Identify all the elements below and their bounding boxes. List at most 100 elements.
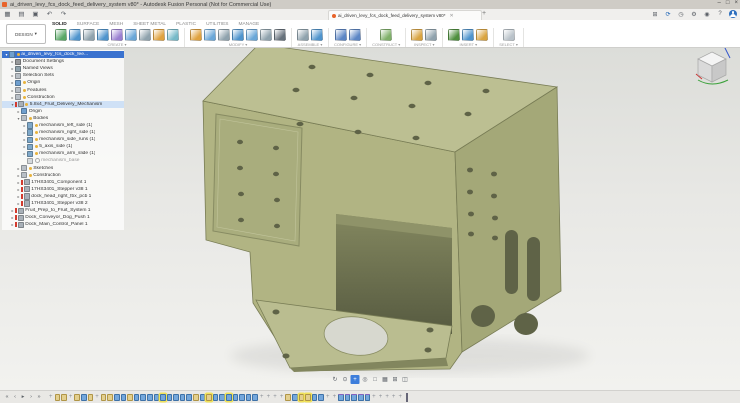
timeline-solid-feature[interactable]: [239, 394, 245, 401]
timeline-joint-feature[interactable]: +: [397, 394, 403, 401]
model-pocket-recess[interactable]: [213, 114, 302, 246]
ribbon-tab-surface[interactable]: SURFACE: [77, 22, 100, 27]
select-tool-icon[interactable]: [503, 29, 515, 41]
timeline-selected-feature[interactable]: [160, 394, 166, 401]
timeline-sketch-feature[interactable]: [101, 394, 107, 401]
browser-row[interactable]: ▸mechanism_left_side (1): [2, 122, 124, 129]
maximize-button[interactable]: □: [726, 0, 730, 6]
timeline-joint-feature[interactable]: +: [48, 394, 54, 401]
go-to-start-icon[interactable]: «: [4, 394, 10, 400]
timeline-solid-feature[interactable]: [213, 394, 219, 401]
insert-mesh-icon[interactable]: [462, 29, 474, 41]
new-component-icon[interactable]: [55, 29, 67, 41]
timeline-sketch-feature[interactable]: [127, 394, 133, 401]
job-status-icon[interactable]: ⟳: [664, 10, 672, 18]
revolve-icon[interactable]: [97, 29, 109, 41]
joint-icon[interactable]: [311, 29, 323, 41]
ribbon-group-label[interactable]: CONFIGURE ▾: [334, 42, 361, 47]
canvas-icon[interactable]: [476, 29, 488, 41]
sweep-icon[interactable]: [111, 29, 123, 41]
ribbon-group-label[interactable]: CONSTRUCT ▾: [372, 42, 400, 47]
visibility-on-icon[interactable]: [35, 131, 38, 134]
loft-icon[interactable]: [125, 29, 137, 41]
timeline-joint-feature[interactable]: +: [371, 394, 377, 401]
timeline-joint-feature[interactable]: +: [384, 394, 390, 401]
viewports-icon[interactable]: ◫: [401, 375, 410, 384]
timeline-solid-feature[interactable]: [246, 394, 252, 401]
press-pull-icon[interactable]: [190, 29, 202, 41]
profile-avatar[interactable]: [729, 10, 737, 18]
timeline-solid-feature[interactable]: [167, 394, 173, 401]
browser-row[interactable]: ▸5_axis_side (1): [2, 143, 124, 150]
timeline-solid-feature[interactable]: [219, 394, 225, 401]
tab-close-icon[interactable]: ✕: [450, 13, 454, 19]
timeline-selected-sketch[interactable]: [299, 394, 305, 401]
browser-row[interactable]: mechanism_base: [2, 157, 124, 164]
extensions-icon[interactable]: ⊞: [651, 10, 659, 18]
new-component-assemble-icon[interactable]: [297, 29, 309, 41]
extrude-icon[interactable]: [83, 29, 95, 41]
timeline-solid-feature[interactable]: [252, 394, 258, 401]
orbit-icon[interactable]: ↻: [331, 375, 340, 384]
browser-row[interactable]: ▸Origin: [2, 79, 124, 86]
view-cube[interactable]: [692, 44, 736, 92]
timeline-joint-feature[interactable]: +: [332, 394, 338, 401]
workspace-selector[interactable]: DESIGN ▾: [6, 24, 46, 44]
redo-icon[interactable]: ↷: [59, 10, 68, 18]
timeline-solid-feature[interactable]: [140, 394, 146, 401]
timeline-joint-feature[interactable]: +: [378, 394, 384, 401]
browser-row[interactable]: ▸Origin: [2, 108, 124, 115]
browser-row[interactable]: ▾ai_driven_levy_fcs_dock_fee...: [2, 51, 124, 58]
ribbon-tab-mesh[interactable]: MESH: [109, 22, 123, 27]
timeline-grouped-feature[interactable]: [345, 394, 351, 401]
shell-icon[interactable]: [218, 29, 230, 41]
ribbon-group-label[interactable]: SELECT ▾: [499, 42, 518, 47]
create-sketch-icon[interactable]: [69, 29, 81, 41]
offset-face-icon[interactable]: [246, 29, 258, 41]
visibility-on-icon[interactable]: [23, 89, 26, 92]
ribbon-group-label[interactable]: CREATE ▾: [107, 42, 126, 47]
model-slot-2[interactable]: [527, 237, 540, 301]
fit-icon[interactable]: □: [371, 375, 380, 384]
file-menu-icon[interactable]: ▤: [17, 10, 26, 18]
timeline-solid-feature[interactable]: [81, 394, 87, 401]
help-icon[interactable]: ?: [716, 10, 724, 18]
look-at-icon[interactable]: ⊙: [341, 375, 350, 384]
browser-row[interactable]: ▸17HS3401_Stepper v38 1: [2, 186, 124, 193]
timeline-joint-feature[interactable]: +: [272, 394, 278, 401]
timeline-joint-feature[interactable]: +: [279, 394, 285, 401]
timeline-selected-sketch[interactable]: [305, 394, 311, 401]
browser-row[interactable]: ▸Dock_Main_Control_Panel 1: [2, 221, 124, 228]
section-analysis-icon[interactable]: [425, 29, 437, 41]
timeline-joint-feature[interactable]: +: [68, 394, 74, 401]
timeline-grouped-feature[interactable]: [358, 394, 364, 401]
step-back-icon[interactable]: ‹: [12, 394, 18, 400]
visibility-on-icon[interactable]: [35, 138, 38, 141]
browser-row[interactable]: ▸mechanism_arm_slide (1): [2, 150, 124, 157]
timeline-solid-feature[interactable]: [180, 394, 186, 401]
model-large-hole-2[interactable]: [514, 313, 538, 335]
timeline-grouped-feature[interactable]: [351, 394, 357, 401]
construction-plane-icon[interactable]: [380, 29, 392, 41]
browser-row[interactable]: ▸17HS3401_Component 1: [2, 179, 124, 186]
ribbon-group-label[interactable]: ASSEMBLE ▾: [298, 42, 323, 47]
timeline-solid-feature[interactable]: [292, 394, 298, 401]
timeline-sketch-feature[interactable]: [74, 394, 80, 401]
timeline-sketch-feature[interactable]: [88, 394, 94, 401]
step-forward-icon[interactable]: ›: [28, 394, 34, 400]
browser-row[interactable]: ▸17HS3401_Stepper v38 2: [2, 200, 124, 207]
minimize-button[interactable]: –: [718, 0, 721, 6]
move-copy-icon[interactable]: [274, 29, 286, 41]
visibility-on-icon[interactable]: [35, 124, 38, 127]
split-body-icon[interactable]: [260, 29, 272, 41]
ribbon-group-label[interactable]: INSPECT ▾: [414, 42, 434, 47]
visibility-on-icon[interactable]: [29, 167, 32, 170]
timeline-grouped-feature[interactable]: [338, 394, 344, 401]
measure-icon[interactable]: [411, 29, 423, 41]
model-large-hole-1[interactable]: [471, 305, 495, 327]
timeline-sketch-feature[interactable]: [61, 394, 67, 401]
browser-row[interactable]: ▸Construction: [2, 94, 124, 101]
visibility-on-icon[interactable]: [35, 145, 38, 148]
browser-row[interactable]: ▸Features: [2, 86, 124, 93]
browser-row[interactable]: ▾Bodies: [2, 115, 124, 122]
